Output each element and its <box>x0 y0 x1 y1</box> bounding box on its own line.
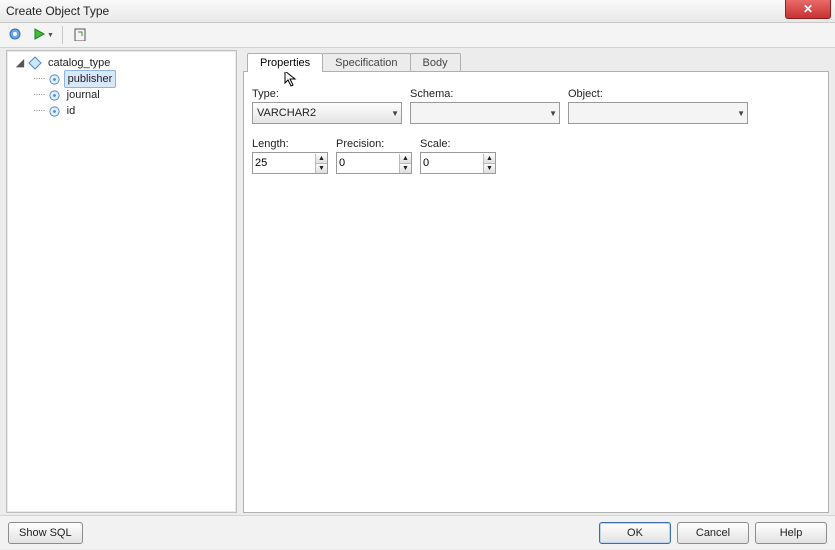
close-icon: ✕ <box>803 2 813 16</box>
bottom-bar: Show SQL OK Cancel Help <box>0 515 835 549</box>
scale-label: Scale: <box>420 138 496 150</box>
title-bar: Create Object Type ✕ <box>0 0 835 23</box>
toolbar: ▼ <box>0 23 835 48</box>
tree-root-label: catalog_type <box>45 55 113 71</box>
chevron-down-icon: ▼ <box>737 109 745 118</box>
tree-item-label: journal <box>64 87 103 103</box>
precision-label: Precision: <box>336 138 412 150</box>
spin-up-icon[interactable]: ▲ <box>484 154 495 164</box>
type-field: Type: VARCHAR2 ▼ <box>252 88 402 124</box>
form-row-numbers: Length: ▲ ▼ Precision: ▲ <box>252 138 820 174</box>
right-panel: Properties Specification Body Type: VARC… <box>243 50 829 513</box>
show-sql-button[interactable]: Show SQL <box>8 522 83 544</box>
run-button[interactable]: ▼ <box>30 25 56 45</box>
schema-field: Schema: ▼ <box>410 88 560 124</box>
expand-toggle[interactable]: ◢ <box>15 55 25 71</box>
spin-up-icon[interactable]: ▲ <box>400 154 411 164</box>
tree-branch-line: ····· <box>33 103 45 119</box>
tab-content: Type: VARCHAR2 ▼ Schema: ▼ Object: <box>243 71 829 513</box>
tab-bar: Properties Specification Body <box>243 50 829 72</box>
attribute-icon <box>48 105 61 118</box>
spinner-arrows[interactable]: ▲ ▼ <box>399 154 411 173</box>
scale-field: Scale: ▲ ▼ <box>420 138 496 174</box>
tab-specification[interactable]: Specification <box>322 53 410 72</box>
tab-properties[interactable]: Properties <box>247 53 323 72</box>
object-combo[interactable]: ▼ <box>568 102 748 124</box>
help-button[interactable]: Help <box>755 522 827 544</box>
tree-item-label: publisher <box>64 70 117 88</box>
form-row-types: Type: VARCHAR2 ▼ Schema: ▼ Object: <box>252 88 820 124</box>
precision-field: Precision: ▲ ▼ <box>336 138 412 174</box>
spin-up-icon[interactable]: ▲ <box>316 154 327 164</box>
window-title: Create Object Type <box>6 4 109 18</box>
spin-down-icon[interactable]: ▼ <box>484 164 495 173</box>
ok-button[interactable]: OK <box>599 522 671 544</box>
dialog-buttons: OK Cancel Help <box>599 522 827 544</box>
play-icon <box>32 27 46 44</box>
tab-body[interactable]: Body <box>410 53 461 72</box>
tree-branch-line: ····· <box>33 87 45 103</box>
tree-root[interactable]: ◢ catalog_type <box>9 55 234 71</box>
schema-label: Schema: <box>410 88 560 100</box>
type-combo[interactable]: VARCHAR2 ▼ <box>252 102 402 124</box>
object-label: Object: <box>568 88 748 100</box>
precision-input[interactable] <box>337 154 399 172</box>
attribute-icon <box>48 73 61 86</box>
length-spinner[interactable]: ▲ ▼ <box>252 152 328 174</box>
scale-input[interactable] <box>421 154 483 172</box>
gear-icon <box>7 26 23 45</box>
tree-item[interactable]: ····· journal <box>9 87 234 103</box>
precision-spinner[interactable]: ▲ ▼ <box>336 152 412 174</box>
body-area: ◢ catalog_type ····· publisher ····· jou… <box>0 48 835 515</box>
spin-down-icon[interactable]: ▼ <box>400 164 411 173</box>
scale-spinner[interactable]: ▲ ▼ <box>420 152 496 174</box>
length-field: Length: ▲ ▼ <box>252 138 328 174</box>
refresh-icon <box>73 27 87 44</box>
type-value: VARCHAR2 <box>257 107 316 119</box>
tree-item[interactable]: ····· publisher <box>9 71 234 87</box>
attribute-icon <box>48 89 61 102</box>
type-label: Type: <box>252 88 402 100</box>
tree-item-label: id <box>64 103 79 119</box>
length-input[interactable] <box>253 154 315 172</box>
tree-panel[interactable]: ◢ catalog_type ····· publisher ····· jou… <box>6 50 237 513</box>
dropdown-icon: ▼ <box>47 32 54 39</box>
gear-button[interactable] <box>4 25 26 45</box>
chevron-down-icon: ▼ <box>391 109 399 118</box>
cancel-button[interactable]: Cancel <box>677 522 749 544</box>
tree-item[interactable]: ····· id <box>9 103 234 119</box>
object-field: Object: ▼ <box>568 88 748 124</box>
chevron-down-icon: ▼ <box>549 109 557 118</box>
close-button[interactable]: ✕ <box>785 0 831 19</box>
schema-combo[interactable]: ▼ <box>410 102 560 124</box>
tree-branch-line: ····· <box>33 71 45 87</box>
refresh-button[interactable] <box>69 25 91 45</box>
length-label: Length: <box>252 138 328 150</box>
toolbar-separator <box>62 26 63 44</box>
type-icon <box>28 56 42 70</box>
spin-down-icon[interactable]: ▼ <box>316 164 327 173</box>
spinner-arrows[interactable]: ▲ ▼ <box>315 154 327 173</box>
spinner-arrows[interactable]: ▲ ▼ <box>483 154 495 173</box>
